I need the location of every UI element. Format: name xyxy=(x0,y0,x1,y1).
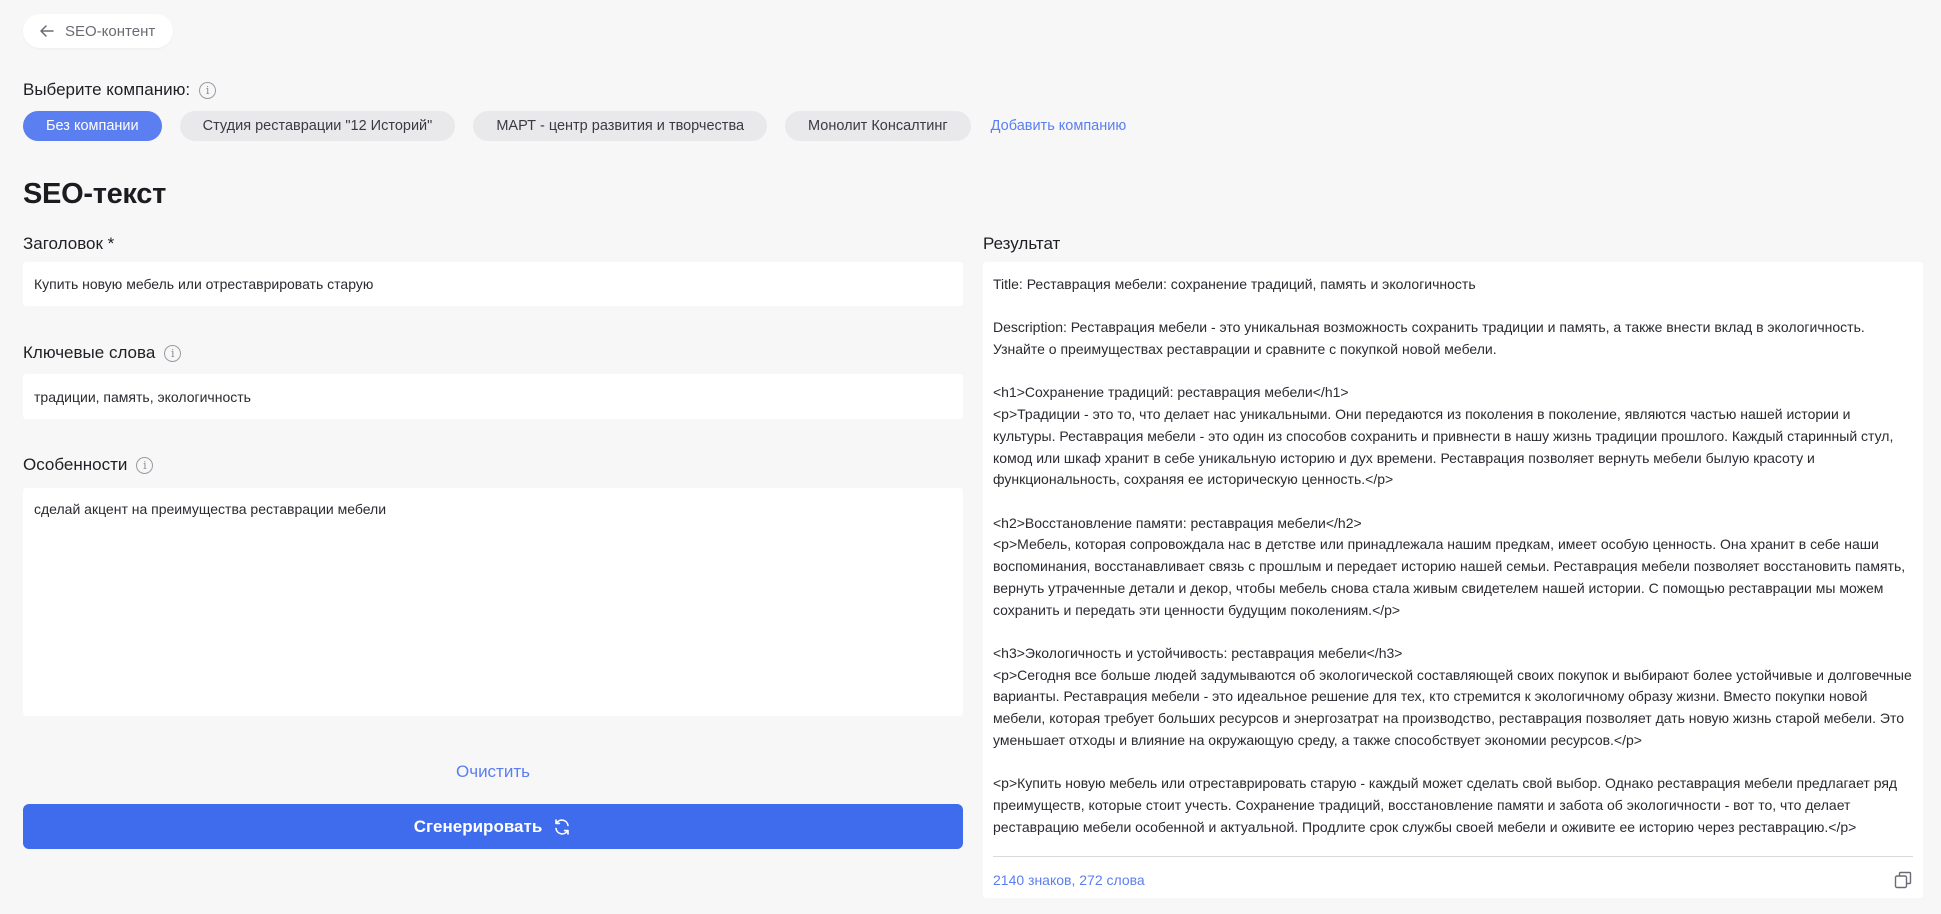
result-paragraph: <p>Купить новую мебель или отреставриров… xyxy=(993,775,1898,835)
result-paragraph: <h2>Восстановление памяти: реставрация м… xyxy=(993,514,1906,618)
character-counter: 2140 знаков, 272 слова xyxy=(993,872,1145,888)
features-textarea[interactable]: сделай акцент на преимущества реставраци… xyxy=(23,488,963,716)
title-field-label-text: Заголовок * xyxy=(23,234,115,253)
generate-button-label: Сгенерировать xyxy=(413,816,543,836)
copy-icon[interactable] xyxy=(1893,870,1913,890)
back-button[interactable]: SEO-контент xyxy=(23,14,174,48)
back-button-label: SEO-контент xyxy=(65,22,156,40)
result-text[interactable]: Title: Реставрация мебели: сохранение тр… xyxy=(993,274,1913,849)
result-panel: Title: Реставрация мебели: сохранение тр… xyxy=(983,262,1923,898)
company-chip-none[interactable]: Без компании xyxy=(23,111,162,141)
keywords-field-label: Ключевые слова i xyxy=(23,343,182,363)
result-paragraph: <h1>Сохранение традиций: реставрация меб… xyxy=(993,384,1894,488)
info-icon[interactable]: i xyxy=(199,81,217,99)
company-label: Выберите компанию: i xyxy=(23,80,217,100)
features-field-label-text: Особенности xyxy=(23,455,128,474)
keywords-input[interactable]: традиции, память, экологичность xyxy=(23,374,963,419)
title-input[interactable]: Купить новую мебель или отреставрировать… xyxy=(23,262,963,306)
refresh-icon xyxy=(555,818,570,835)
company-chip-studio[interactable]: Студия реставрации "12 Историй" xyxy=(179,111,456,141)
title-field-label: Заголовок * xyxy=(23,234,114,254)
arrow-left-icon xyxy=(40,25,54,37)
features-field-label: Особенности i xyxy=(23,455,154,475)
result-paragraph: Description: Реставрация мебели - это ун… xyxy=(993,319,1865,358)
company-selector: Без компании Студия реставрации "12 Исто… xyxy=(23,111,1126,141)
company-chip-mart[interactable]: МАРТ - центр развития и творчества xyxy=(473,111,768,141)
result-paragraph: <h3>Экологичность и устойчивость: рестав… xyxy=(993,644,1912,748)
result-paragraph: Title: Реставрация мебели: сохранение тр… xyxy=(993,276,1476,292)
keywords-info-icon[interactable]: i xyxy=(164,344,182,362)
features-info-icon[interactable]: i xyxy=(136,456,154,474)
keywords-field-label-text: Ключевые слова xyxy=(23,343,156,362)
company-label-text: Выберите компанию: xyxy=(23,80,191,99)
add-company-link[interactable]: Добавить компанию xyxy=(991,118,1127,134)
page-title: SEO-текст xyxy=(23,178,166,210)
result-label: Результат xyxy=(983,234,1061,253)
company-chip-monolit[interactable]: Монолит Консалтинг xyxy=(785,111,971,141)
clear-button[interactable]: Очистить xyxy=(23,762,963,782)
result-footer: 2140 знаков, 272 слова xyxy=(993,856,1913,890)
generate-button[interactable]: Сгенерировать xyxy=(23,804,963,849)
